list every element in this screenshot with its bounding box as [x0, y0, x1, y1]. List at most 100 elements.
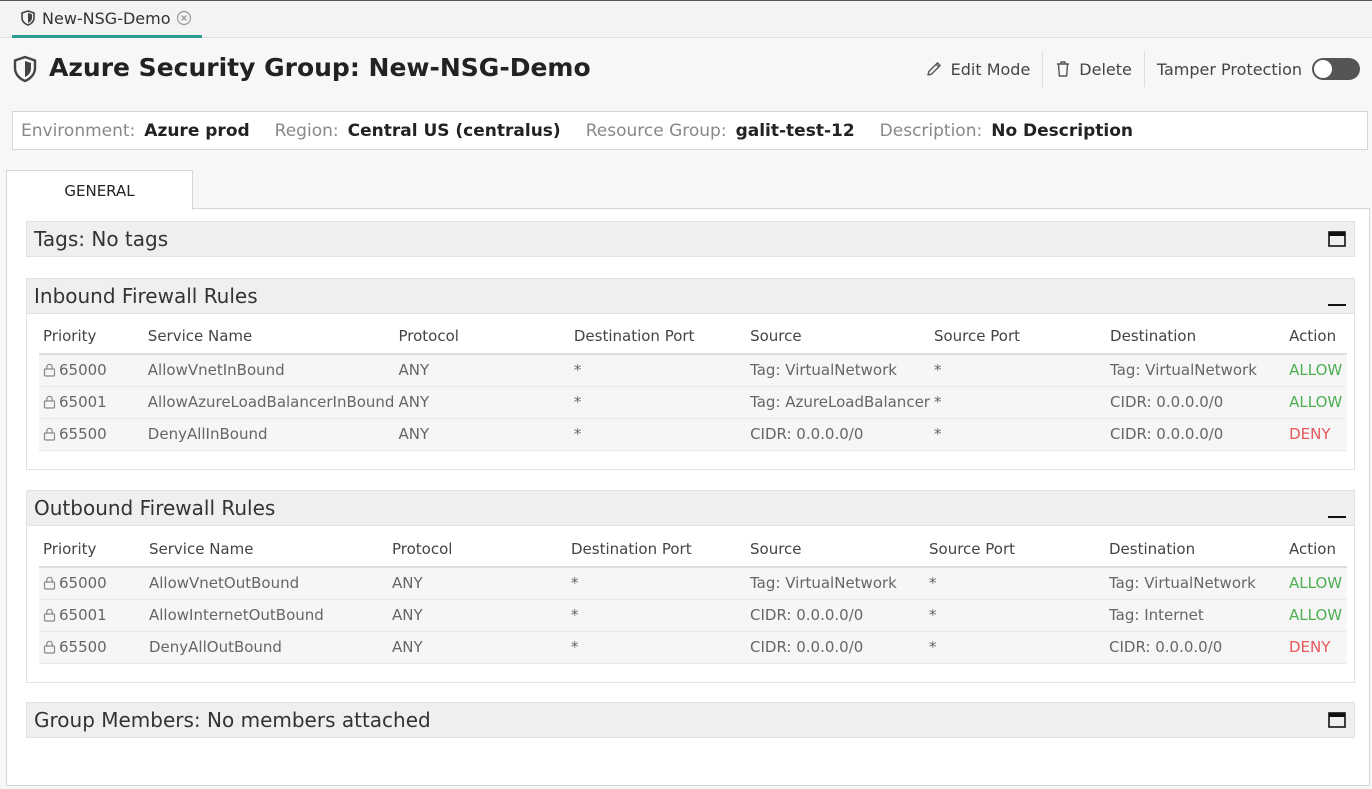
cell-action: ALLOW: [1285, 354, 1347, 387]
protocol-value: ANY: [392, 574, 423, 593]
column-header-protocol[interactable]: Protocol: [394, 318, 570, 355]
column-header-priority[interactable]: Priority: [39, 318, 144, 355]
lock-icon: [43, 577, 56, 590]
table-row[interactable]: 65500 DenyAllOutBound ANY * CIDR: 0.0.0.0/0 *…: [39, 631, 1347, 664]
delete-button[interactable]: Delete: [1043, 51, 1144, 87]
pencil-icon: [926, 62, 941, 76]
table-row[interactable]: 65500 DenyAllInBound ANY * CIDR: 0.0.0.0/0 * C…: [39, 418, 1347, 451]
document-tab[interactable]: New-NSG-Demo: [12, 1, 202, 38]
source-value: Tag: AzureLoadBalancer: [750, 393, 930, 411]
members-section-header[interactable]: Group Members: No members attached: [26, 702, 1355, 738]
destination-value: Tag: VirtualNetwork: [1110, 361, 1257, 380]
destination-value: CIDR: 0.0.0.0/0: [1110, 393, 1224, 411]
tamper-protection-label: Tamper Protection: [1156, 59, 1302, 79]
cell-source-port: *: [925, 631, 1105, 664]
source-value: CIDR: 0.0.0.0/0: [750, 638, 864, 656]
service-name-value: AllowVnetOutBound: [149, 574, 300, 593]
source-value: Tag: VirtualNetwork: [750, 574, 897, 593]
cell-source-port: *: [929, 354, 1107, 387]
cell-destination-port: *: [569, 418, 747, 451]
cell-destination-port: *: [567, 631, 746, 664]
source-port-value: *: [929, 606, 937, 624]
tab-general[interactable]: GENERAL: [6, 170, 193, 210]
collapse-icon[interactable]: [1328, 505, 1346, 519]
column-header-priority[interactable]: Priority: [39, 531, 145, 568]
destination-value: Tag: Internet: [1109, 606, 1204, 624]
column-header-service-name[interactable]: Service Name: [143, 318, 395, 355]
destination-port-value: *: [573, 361, 582, 380]
table-row[interactable]: 65001 AllowInternetOutBound ANY * CIDR: 0.0.…: [39, 599, 1347, 632]
cell-protocol: ANY: [388, 567, 567, 600]
action-value: ALLOW: [1289, 574, 1343, 593]
tamper-protection: Tamper Protection: [1145, 51, 1360, 87]
action-value: ALLOW: [1289, 361, 1343, 380]
security-group-shield-icon: [13, 55, 37, 83]
expand-icon[interactable]: [1328, 712, 1346, 728]
column-header-action[interactable]: Action: [1285, 318, 1347, 355]
resource-group-label: Resource Group:: [585, 120, 727, 141]
action-value: ALLOW: [1289, 393, 1343, 411]
environment-value: Azure prod: [144, 120, 250, 141]
cell-protocol: ANY: [388, 631, 567, 664]
priority-value: 65000: [59, 361, 107, 380]
column-header-protocol[interactable]: Protocol: [388, 531, 567, 568]
cell-destination-port: *: [567, 599, 746, 632]
cell-service-name: DenyAllInBound: [143, 418, 395, 451]
toggle-knob: [1314, 60, 1332, 78]
description-value: No Description: [991, 120, 1133, 141]
column-header-source[interactable]: Source: [746, 318, 930, 355]
column-header-destination[interactable]: Destination: [1105, 531, 1285, 568]
tamper-protection-toggle[interactable]: [1312, 58, 1360, 80]
cell-protocol: ANY: [394, 354, 570, 387]
cell-destination-port: *: [569, 354, 747, 387]
service-name-value: AllowAzureLoadBalancerInBound: [147, 393, 395, 411]
destination-port-value: *: [571, 638, 579, 656]
cell-priority: 65000: [39, 354, 144, 387]
column-header-source-port[interactable]: Source Port: [925, 531, 1105, 568]
column-header-source[interactable]: Source: [746, 531, 925, 568]
edit-mode-button[interactable]: Edit Mode: [913, 51, 1043, 87]
column-header-action[interactable]: Action: [1285, 531, 1347, 568]
action-value: ALLOW: [1289, 606, 1343, 624]
column-header-service-name[interactable]: Service Name: [145, 531, 388, 568]
service-name-value: AllowVnetInBound: [147, 361, 285, 380]
action-value: DENY: [1289, 638, 1331, 656]
table-row[interactable]: 65000 AllowVnetInBound ANY * Tag: VirtualNet…: [39, 354, 1347, 387]
table-row[interactable]: 65001 AllowAzureLoadBalancerInBound ANY * Ta…: [39, 386, 1347, 419]
column-header-destination-port[interactable]: Destination Port: [567, 531, 746, 568]
tags-section-header[interactable]: Tags: No tags: [26, 221, 1355, 257]
source-port-value: *: [929, 574, 937, 593]
cell-destination: Tag: Internet: [1105, 599, 1285, 632]
destination-port-value: *: [573, 425, 582, 443]
inbound-section-header[interactable]: Inbound Firewall Rules: [26, 278, 1355, 314]
expand-icon[interactable]: [1328, 231, 1346, 247]
cell-source-port: *: [925, 567, 1105, 600]
cell-source: CIDR: 0.0.0.0/0: [746, 599, 925, 632]
cell-priority: 65500: [39, 418, 144, 451]
priority-value: 65500: [59, 638, 107, 656]
close-tab-icon[interactable]: [176, 10, 192, 26]
cell-source-port: *: [929, 418, 1107, 451]
cell-destination: CIDR: 0.0.0.0/0: [1106, 418, 1286, 451]
protocol-value: ANY: [398, 361, 430, 380]
column-header-destination[interactable]: Destination: [1106, 318, 1286, 355]
lock-icon: [43, 364, 56, 377]
destination-port-value: *: [571, 606, 579, 624]
column-header-destination-port[interactable]: Destination Port: [569, 318, 747, 355]
lock-icon: [43, 427, 56, 441]
document-tab-strip: New-NSG-Demo: [0, 0, 1372, 38]
lock-icon: [43, 395, 56, 409]
destination-value: Tag: VirtualNetwork: [1109, 574, 1256, 593]
column-header-source-port[interactable]: Source Port: [929, 318, 1107, 355]
table-row[interactable]: 65000 AllowVnetOutBound ANY * Tag: VirtualNe…: [39, 567, 1347, 600]
destination-port-value: *: [573, 393, 582, 411]
cell-source-port: *: [925, 599, 1105, 632]
region-label: Region:: [274, 120, 339, 141]
destination-port-value: *: [571, 574, 579, 593]
collapse-icon[interactable]: [1328, 293, 1346, 307]
cell-action: ALLOW: [1285, 567, 1347, 600]
action-value: DENY: [1289, 425, 1331, 443]
outbound-section-header[interactable]: Outbound Firewall Rules: [26, 490, 1355, 526]
page-title: Azure Security Group: New-NSG-Demo: [49, 53, 591, 82]
tags-title: Tags: No tags: [34, 227, 169, 251]
